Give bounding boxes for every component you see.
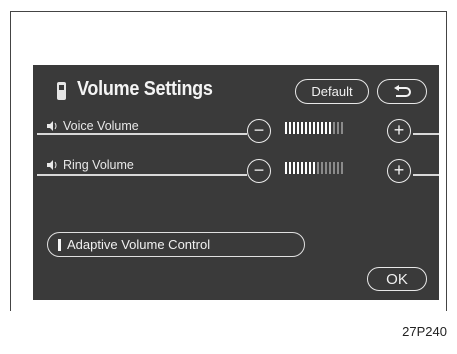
ring-volume-label: Ring Volume: [47, 158, 134, 172]
volume-segment: [301, 162, 303, 174]
speaker-icon: [47, 121, 57, 131]
volume-segment: [317, 162, 319, 174]
volume-segment: [293, 162, 295, 174]
adaptive-volume-label: Adaptive Volume Control: [67, 237, 211, 252]
volume-segment: [285, 162, 287, 174]
volume-segment: [305, 162, 307, 174]
ok-button[interactable]: OK: [367, 267, 427, 291]
page-title: Volume Settings: [77, 78, 213, 100]
volume-segment: [337, 122, 339, 134]
volume-segment: [333, 162, 335, 174]
voice-volume-label: Voice Volume: [47, 119, 139, 133]
voice-volume-underline: [37, 133, 247, 135]
voice-volume-line-right: [413, 133, 439, 135]
adaptive-volume-control-button[interactable]: Adaptive Volume Control: [47, 232, 305, 257]
voice-volume-level: [285, 122, 343, 134]
default-button[interactable]: Default: [295, 79, 369, 104]
volume-settings-screen: Volume Settings Default Voice Volume − +…: [33, 65, 439, 300]
volume-segment: [329, 122, 331, 134]
ring-volume-minus-button[interactable]: −: [247, 159, 271, 183]
volume-segment: [285, 122, 287, 134]
ring-volume-underline: [37, 174, 247, 176]
adaptive-indicator: [58, 238, 61, 251]
volume-segment: [309, 122, 311, 134]
phone-icon: [57, 82, 66, 100]
volume-segment: [329, 162, 331, 174]
volume-segment: [325, 162, 327, 174]
volume-segment: [333, 122, 335, 134]
volume-segment: [313, 162, 315, 174]
volume-segment: [305, 122, 307, 134]
speaker-icon: [47, 160, 57, 170]
back-button[interactable]: [377, 79, 427, 104]
ring-volume-line-right: [413, 174, 439, 176]
volume-segment: [313, 122, 315, 134]
voice-volume-minus-button[interactable]: −: [247, 119, 271, 143]
volume-segment: [317, 122, 319, 134]
volume-segment: [309, 162, 311, 174]
back-arrow-icon: [394, 84, 411, 97]
voice-volume-text: Voice Volume: [63, 119, 139, 133]
volume-segment: [289, 162, 291, 174]
volume-segment: [325, 122, 327, 134]
volume-segment: [337, 162, 339, 174]
ring-volume-plus-button[interactable]: +: [387, 159, 411, 183]
volume-segment: [297, 162, 299, 174]
volume-segment: [321, 122, 323, 134]
ring-volume-text: Ring Volume: [63, 158, 134, 172]
volume-segment: [297, 122, 299, 134]
ring-volume-level: [285, 162, 343, 174]
volume-segment: [301, 122, 303, 134]
voice-volume-plus-button[interactable]: +: [387, 119, 411, 143]
volume-segment: [293, 122, 295, 134]
volume-segment: [289, 122, 291, 134]
figure-code: 27P240: [402, 324, 447, 339]
volume-segment: [341, 122, 343, 134]
volume-segment: [321, 162, 323, 174]
volume-segment: [341, 162, 343, 174]
